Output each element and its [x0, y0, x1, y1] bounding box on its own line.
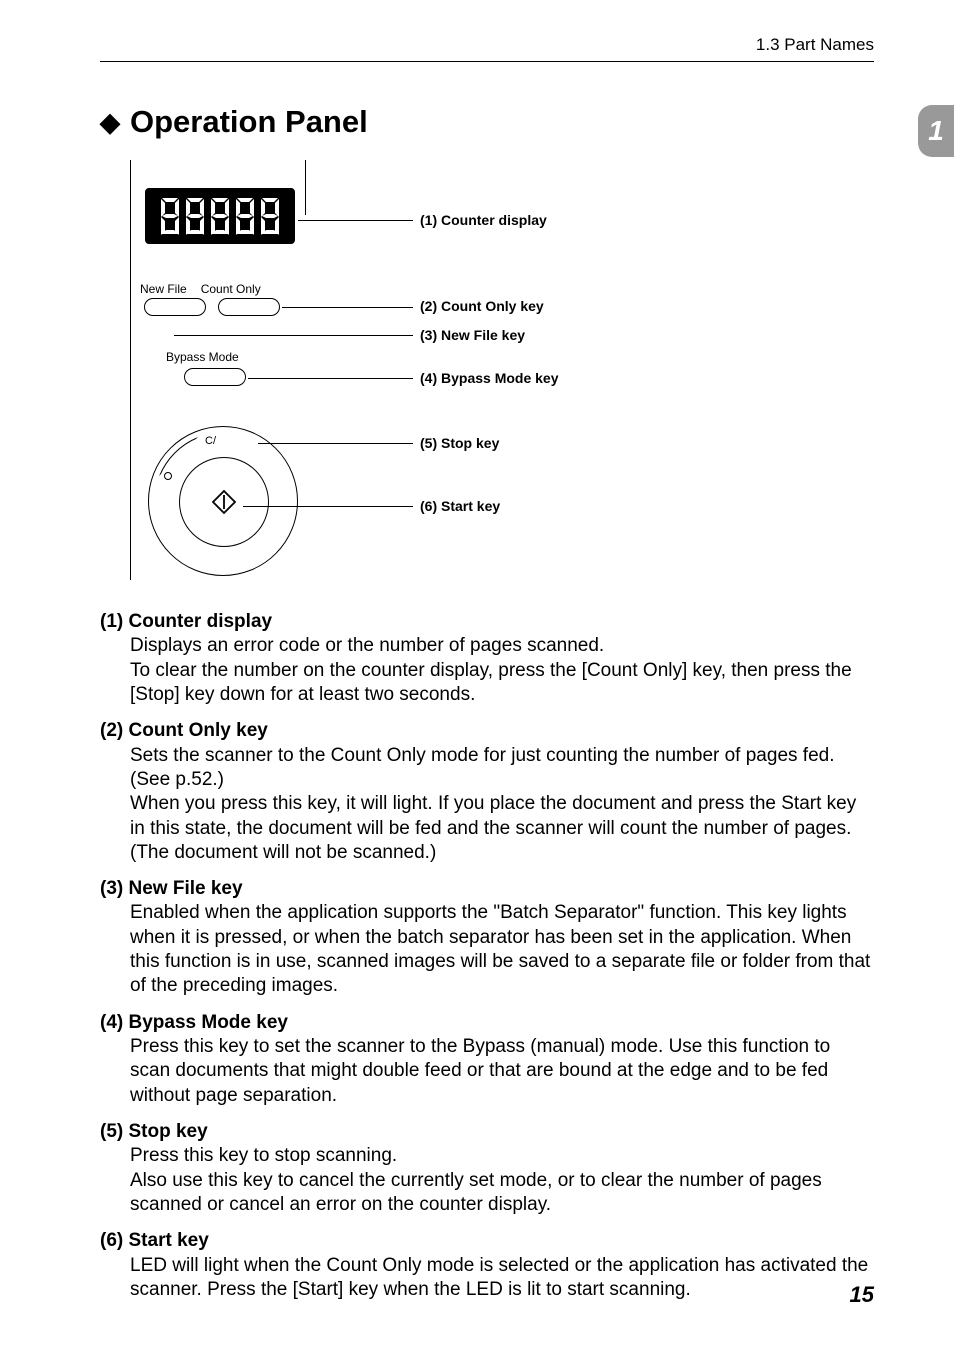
desc-new-file: (3) New File key Enabled when the applic…: [100, 877, 874, 999]
count-only-label: Count Only: [201, 282, 261, 296]
stop-key: C/: [148, 426, 298, 576]
desc-count-only: (2) Count Only key Sets the scanner to t…: [100, 719, 874, 865]
led-icon: [164, 472, 172, 480]
diamond-icon: ◆: [100, 107, 120, 138]
callout-count-only: (2) Count Only key: [420, 298, 544, 314]
page-number: 15: [850, 1282, 874, 1308]
page-title: ◆ Operation Panel: [100, 104, 874, 140]
operation-panel-diagram: New File Count Only Bypass Mode C/ (1) C…: [130, 160, 874, 590]
callout-counter-display: (1) Counter display: [420, 212, 547, 228]
desc-counter-display: (1) Counter display Displays an error co…: [100, 610, 874, 707]
new-file-key: [144, 298, 206, 316]
chapter-tab: 1: [918, 105, 954, 157]
desc-stop: (5) Stop key Press this key to stop scan…: [100, 1120, 874, 1217]
desc-start: (6) Start key LED will light when the Co…: [100, 1229, 874, 1302]
callout-start: (6) Start key: [420, 498, 500, 514]
descriptions: (1) Counter display Displays an error co…: [100, 610, 874, 1302]
counter-display: [145, 188, 295, 244]
new-file-label: New File: [140, 282, 187, 296]
start-icon: [211, 489, 237, 515]
desc-bypass-mode: (4) Bypass Mode key Press this key to se…: [100, 1011, 874, 1108]
bypass-mode-key: [184, 368, 246, 386]
page-header: 1.3 Part Names: [100, 35, 874, 62]
bypass-mode-label: Bypass Mode: [166, 350, 239, 364]
callout-bypass-mode: (4) Bypass Mode key: [420, 370, 559, 386]
seven-segment-icon: [159, 196, 181, 236]
count-only-key: [218, 298, 280, 316]
start-key: [179, 457, 269, 547]
callout-new-file: (3) New File key: [420, 327, 525, 343]
section-breadcrumb: 1.3 Part Names: [756, 35, 874, 54]
callout-stop: (5) Stop key: [420, 435, 499, 451]
